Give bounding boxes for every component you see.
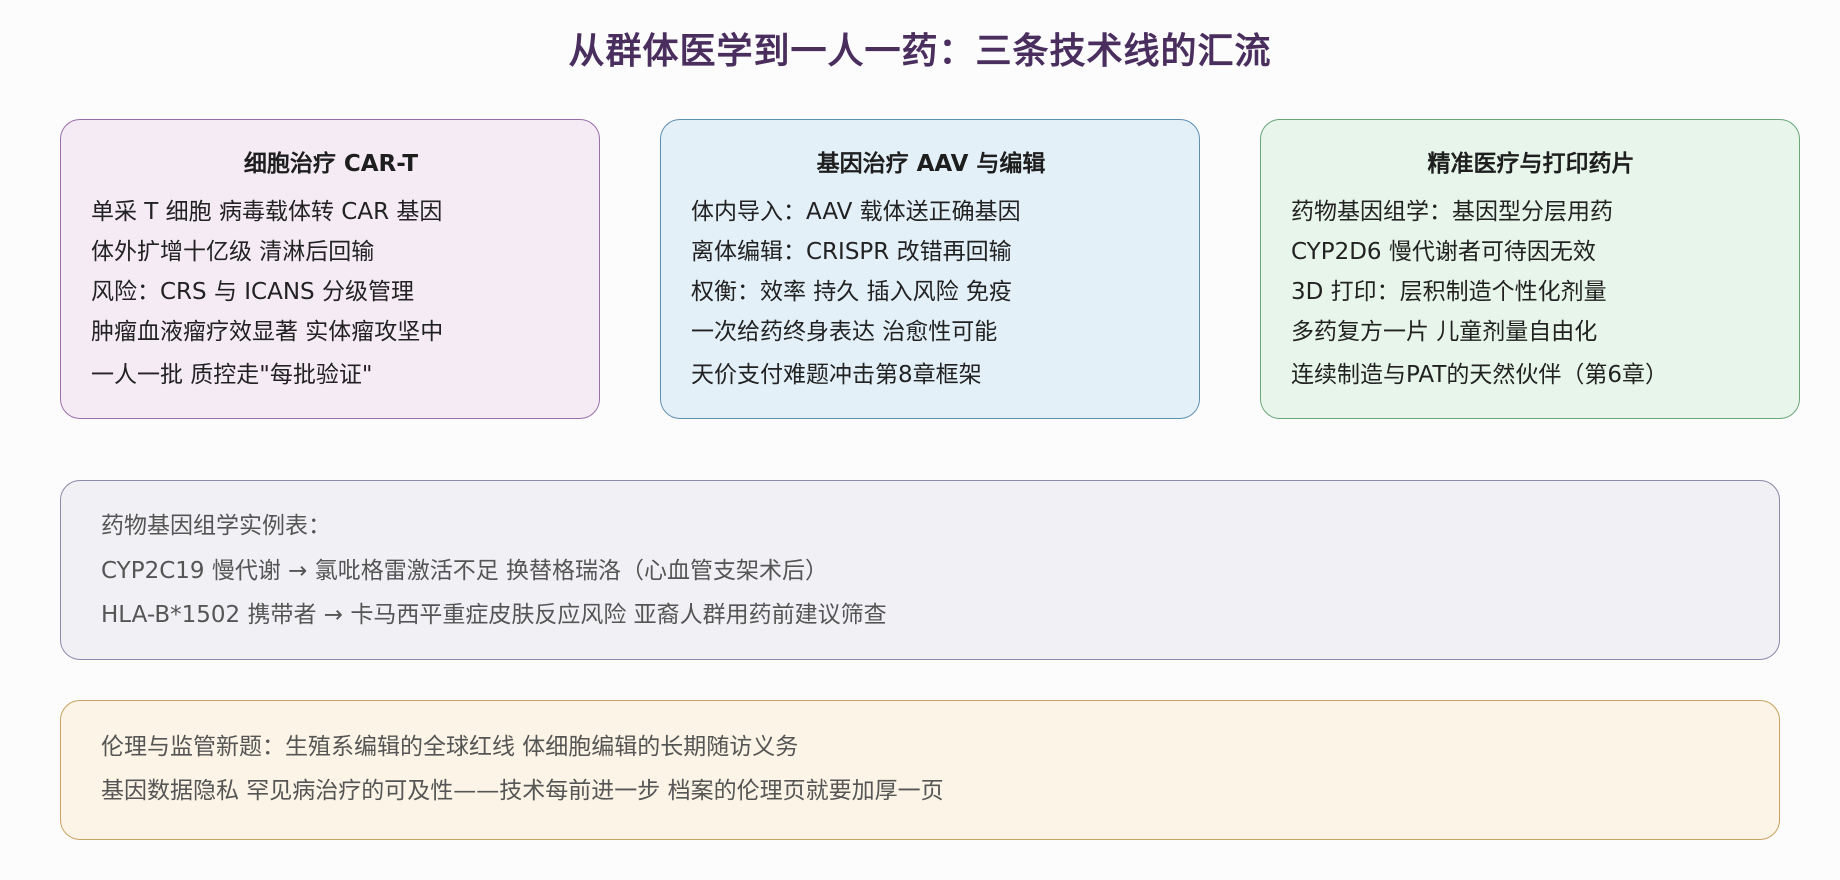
card-line: 3D 打印：层积制造个性化剂量 (1291, 279, 1607, 305)
card-line: 体内导入：AAV 载体送正确基因 (691, 199, 1021, 225)
ethics-regulation-box: 伦理与监管新题：生殖系编辑的全球红线 体细胞编辑的长期随访义务 基因数据隐私 罕… (60, 700, 1780, 840)
ethics-line: 基因数据隐私 罕见病治疗的可及性——技术每前进一步 档案的伦理页就要加厚一页 (101, 778, 944, 804)
card-line: 风险：CRS 与 ICANS 分级管理 (91, 279, 414, 305)
card-line: 多药复方一片 儿童剂量自由化 (1291, 319, 1598, 345)
card-line: 单采 T 细胞 病毒载体转 CAR 基因 (91, 199, 443, 225)
card-line: 药物基因组学：基因型分层用药 (1291, 199, 1613, 225)
card-line: 权衡：效率 持久 插入风险 免疫 (691, 279, 1012, 305)
card-heading: 细胞治疗 CAR-T (243, 151, 419, 177)
card-gene-therapy: 基因治疗 AAV 与编辑 体内导入：AAV 载体送正确基因 离体编辑：CRISP… (660, 119, 1200, 419)
pharmacogenomics-example-box: 药物基因组学实例表： CYP2C19 慢代谢 → 氯吡格雷激活不足 换替格瑞洛（… (60, 480, 1780, 660)
pgx-line: HLA-B*1502 携带者 → 卡马西平重症皮肤反应风险 亚裔人群用药前建议筛… (101, 602, 887, 628)
card-heading: 精准医疗与打印药片 (1427, 151, 1635, 177)
pgx-heading: 药物基因组学实例表： (101, 513, 331, 539)
card-heading: 基因治疗 AAV 与编辑 (816, 151, 1046, 177)
card-line: 离体编辑：CRISPR 改错再回输 (691, 239, 1012, 265)
card-line: CYP2D6 慢代谢者可待因无效 (1291, 239, 1596, 265)
ethics-line: 伦理与监管新题：生殖系编辑的全球红线 体细胞编辑的长期随访义务 (101, 734, 799, 760)
card-line: 一人一批 质控走"每批验证" (91, 362, 373, 388)
card-line: 肿瘤血液瘤疗效显著 实体瘤攻坚中 (91, 319, 444, 345)
card-precision-medicine: 精准医疗与打印药片 药物基因组学：基因型分层用药 CYP2D6 慢代谢者可待因无… (1260, 119, 1800, 419)
card-line: 体外扩增十亿级 清淋后回输 (91, 239, 375, 265)
pgx-line: CYP2C19 慢代谢 → 氯吡格雷激活不足 换替格瑞洛（心血管支架术后） (101, 558, 829, 584)
card-line: 连续制造与PAT的天然伙伴（第6章） (1291, 362, 1669, 388)
card-line: 天价支付难题冲击第8章框架 (691, 362, 982, 388)
card-line: 一次给药终身表达 治愈性可能 (691, 319, 998, 345)
card-car-t: 细胞治疗 CAR-T 单采 T 细胞 病毒载体转 CAR 基因 体外扩增十亿级 … (60, 119, 600, 419)
diagram-title: 从群体医学到一人一药：三条技术线的汇流 (568, 31, 1272, 72)
